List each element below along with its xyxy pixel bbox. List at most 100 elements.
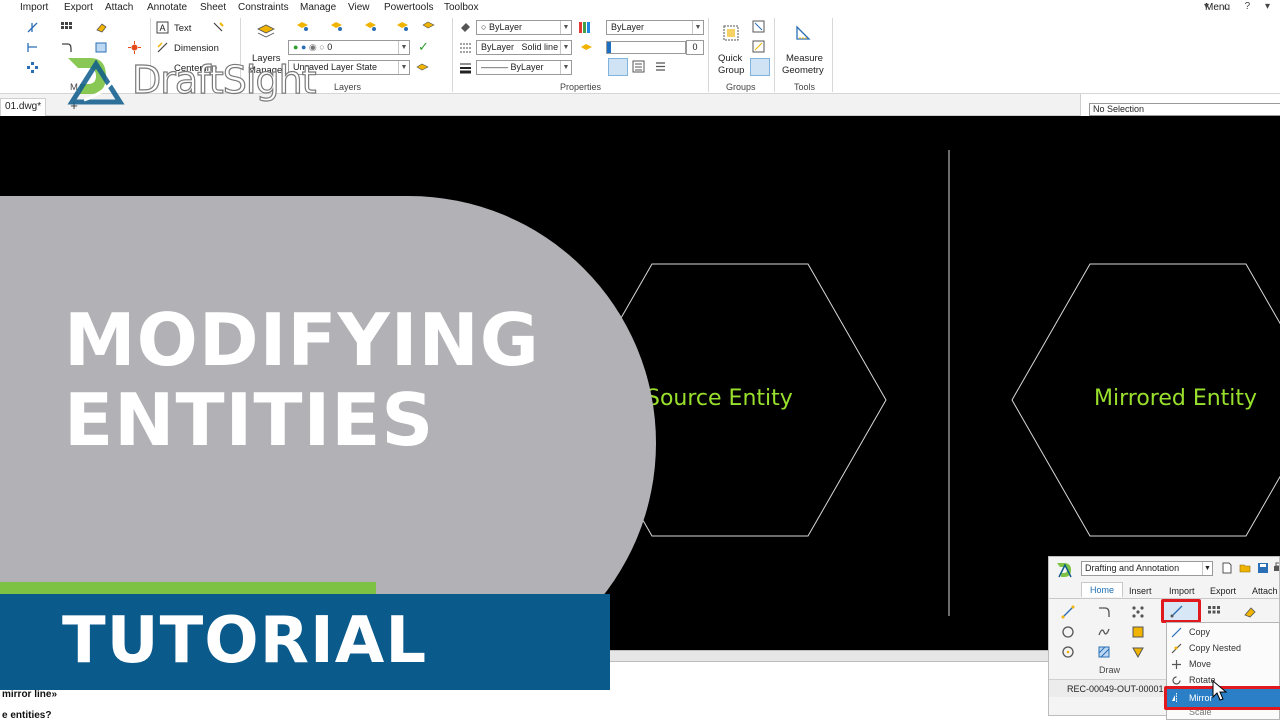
quick-group-label-1[interactable]: Quick (718, 53, 742, 64)
tab-insert[interactable]: Insert (1129, 586, 1152, 596)
chevron-down-icon[interactable]: ▼ (1202, 562, 1212, 575)
tab-import[interactable]: Import (1169, 586, 1195, 596)
measure-geometry-label-1[interactable]: Measure (786, 53, 823, 64)
transparency-icon[interactable] (580, 41, 593, 54)
dimension-icon[interactable] (156, 41, 169, 54)
layer-state-icon[interactable] (416, 61, 429, 74)
modify-tools-button[interactable] (1161, 599, 1201, 623)
quick-group-icon[interactable] (722, 24, 740, 42)
array-icon[interactable] (1207, 605, 1221, 619)
color-combo[interactable]: ○ ByLayer ▼ (476, 20, 572, 35)
menu-sheet[interactable]: Sheet (200, 2, 226, 13)
line-icon[interactable] (26, 21, 39, 34)
measure-geometry-label-2[interactable]: Geometry (782, 65, 824, 76)
save-icon[interactable] (1257, 562, 1269, 574)
eraser-icon[interactable] (1243, 605, 1257, 619)
checkmark-icon[interactable]: ✓ (418, 40, 429, 53)
lineweight-icon[interactable] (459, 61, 472, 74)
stretch-icon[interactable] (95, 41, 108, 54)
lineweight-combo[interactable]: ——— ByLayer ▼ (476, 60, 572, 75)
menu-toolbox[interactable]: Toolbox (444, 2, 478, 13)
menu-import[interactable]: Import (20, 2, 48, 13)
menu-move[interactable]: Move (1189, 659, 1211, 669)
document-tab[interactable]: 01.dwg* (0, 98, 47, 116)
move-icon[interactable] (26, 61, 39, 74)
explode-icon[interactable] (128, 41, 141, 54)
menu-attach[interactable]: Attach (105, 2, 133, 13)
chevron-down-icon[interactable]: ▼ (398, 61, 409, 74)
layer-property-combo[interactable]: ByLayer ▼ (606, 20, 704, 35)
region-icon[interactable] (1131, 645, 1145, 659)
properties-panel-icon[interactable] (632, 60, 645, 73)
arc-icon[interactable] (1061, 645, 1075, 659)
linestyle-icon[interactable] (459, 41, 472, 54)
layer-combo[interactable]: ● ● ◉ ○ 0 ▼ (288, 40, 410, 55)
linestyle-combo[interactable]: ByLayer Solid line ▼ (476, 40, 572, 55)
chevron-down-icon[interactable]: ▼ (560, 61, 571, 74)
layer-tool-icon[interactable] (330, 19, 343, 32)
panel-separator (832, 18, 833, 92)
draw-panel-label: Draw (1099, 665, 1121, 675)
tab-attach[interactable]: Attach (1252, 586, 1278, 596)
menu-powertools[interactable]: Powertools (384, 2, 433, 13)
svg-text:A: A (160, 23, 166, 33)
text-icon[interactable]: A (156, 21, 169, 34)
layer-tool-icon[interactable] (364, 19, 377, 32)
open-folder-icon[interactable] (1239, 562, 1251, 574)
menu-copy[interactable]: Copy (1189, 627, 1210, 637)
dimension-button[interactable]: Dimension (174, 43, 219, 54)
text-button[interactable]: Text (174, 23, 191, 34)
menu-export[interactable]: Export (64, 2, 93, 13)
chevron-down-icon[interactable]: ▼ (560, 41, 571, 54)
line-icon[interactable] (1061, 605, 1075, 619)
tab-export[interactable]: Export (1210, 586, 1236, 596)
layer-tool-icon[interactable] (422, 19, 435, 32)
group-tool-icon[interactable] (752, 40, 765, 53)
fillet-icon[interactable] (60, 41, 73, 54)
rectangle-icon[interactable] (1131, 625, 1145, 639)
array-icon[interactable] (60, 21, 73, 34)
menu-manage[interactable]: Manage (300, 2, 336, 13)
transparency-thumb[interactable] (607, 42, 611, 53)
color-fill-icon[interactable] (459, 21, 472, 34)
list-icon[interactable] (654, 60, 667, 73)
quick-group-label-2[interactable]: Group (718, 65, 744, 76)
group-select-button[interactable] (750, 58, 770, 76)
groups-panel-label: Groups (726, 82, 756, 92)
group-tool-icon[interactable] (752, 20, 765, 33)
new-file-icon[interactable] (1221, 562, 1233, 574)
match-properties-button[interactable] (608, 58, 628, 76)
menu-annotate[interactable]: Annotate (147, 2, 187, 13)
help-icons[interactable]: ▾ ⌂ ? ▾ (1204, 1, 1276, 12)
circle-icon[interactable] (1061, 625, 1075, 639)
eraser-icon[interactable] (95, 21, 108, 34)
transparency-slider[interactable] (606, 41, 686, 54)
color-bars-icon[interactable] (578, 21, 591, 34)
hatch-icon[interactable] (1097, 645, 1111, 659)
transparency-value[interactable]: 0 (686, 40, 704, 55)
properties-panel-label: Properties (560, 82, 602, 92)
menu-copy-nested[interactable]: Copy Nested (1189, 643, 1241, 653)
polyline-icon[interactable] (1097, 605, 1111, 619)
app-logo-icon[interactable] (1055, 561, 1075, 579)
spline-icon[interactable] (1097, 625, 1111, 639)
menu-constraints[interactable]: Constraints (238, 2, 289, 13)
print-icon[interactable] (1273, 562, 1280, 574)
points-icon[interactable] (1131, 605, 1145, 619)
layer-tool-icon[interactable] (396, 19, 409, 32)
measure-geometry-icon[interactable] (794, 24, 812, 42)
copy-nested-icon (1171, 643, 1182, 654)
leader-icon[interactable] (212, 21, 225, 34)
chevron-down-icon[interactable]: ▼ (692, 21, 703, 34)
selection-combo[interactable]: No Selection (1089, 103, 1280, 116)
copy-icon (1171, 627, 1182, 638)
chevron-down-icon[interactable]: ▼ (398, 41, 409, 54)
workspace-combo[interactable]: Drafting and Annotation ▼ (1081, 561, 1213, 576)
trim-icon[interactable] (26, 41, 39, 54)
layers-manager-icon[interactable] (256, 21, 276, 41)
menu-view[interactable]: View (348, 2, 370, 13)
chevron-down-icon[interactable]: ▼ (560, 21, 571, 34)
tab-home[interactable]: Home (1081, 582, 1124, 597)
selection-panel: No Selection (1080, 94, 1280, 116)
layer-tool-icon[interactable] (296, 19, 309, 32)
